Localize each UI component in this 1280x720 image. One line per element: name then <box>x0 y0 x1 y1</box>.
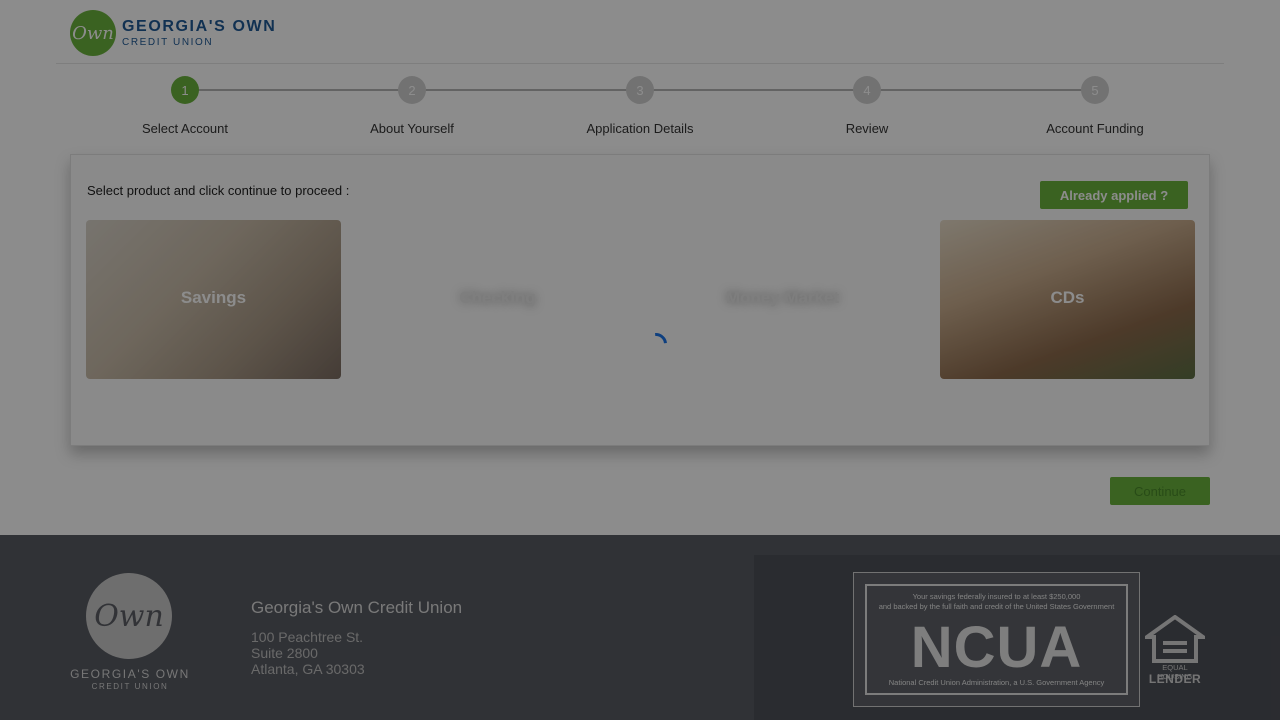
loading-overlay <box>0 0 1280 720</box>
